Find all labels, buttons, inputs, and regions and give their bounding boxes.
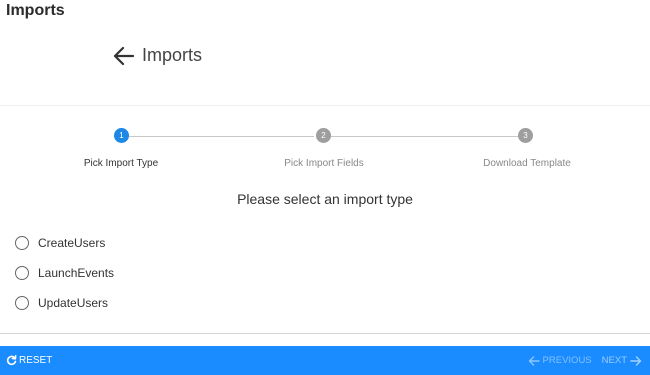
back-link-label[interactable]: Imports — [142, 45, 202, 66]
previous-button[interactable]: PREVIOUS — [528, 355, 592, 366]
refresh-icon[interactable] — [6, 355, 17, 366]
back-link[interactable]: Imports — [113, 45, 202, 66]
radio-option-create-users[interactable]: CreateUsers — [15, 228, 114, 258]
stepper: 1 2 3 Pick Import Type Pick Import Field… — [0, 128, 650, 178]
import-type-radio-group: CreateUsers LaunchEvents UpdateUsers — [15, 228, 114, 318]
step-1-indicator: 1 — [114, 128, 129, 143]
step-1-label: Pick Import Type — [83, 158, 159, 169]
radio-option-label[interactable]: UpdateUsers — [38, 296, 108, 310]
radio-button[interactable] — [15, 236, 29, 250]
step-connector — [129, 136, 314, 137]
next-button[interactable]: NEXT — [602, 355, 642, 366]
step-2-indicator: 2 — [316, 128, 331, 143]
divider — [0, 333, 650, 334]
footer-toolbar: RESET PREVIOUS NEXT — [0, 346, 650, 375]
arrow-left-icon[interactable] — [113, 46, 135, 66]
next-button-label[interactable]: NEXT — [602, 355, 627, 366]
reset-button[interactable]: RESET — [6, 355, 52, 366]
wizard-navigation: PREVIOUS NEXT — [528, 355, 642, 366]
arrow-left-icon[interactable] — [528, 355, 540, 366]
step-3-label: Download Template — [483, 158, 571, 169]
step-connector — [330, 136, 518, 137]
radio-button[interactable] — [15, 296, 29, 310]
imports-page: Imports Imports 1 2 3 Pick Import Type P… — [0, 0, 650, 375]
radio-option-launch-events[interactable]: LaunchEvents — [15, 258, 114, 288]
divider — [0, 105, 650, 106]
step-3-indicator: 3 — [518, 128, 533, 143]
step-2-label: Pick Import Fields — [284, 158, 364, 169]
form-prompt: Please select an import type — [237, 191, 413, 207]
page-title: Imports — [6, 2, 65, 19]
arrow-right-icon[interactable] — [630, 355, 642, 366]
reset-button-label[interactable]: RESET — [19, 355, 52, 366]
radio-option-update-users[interactable]: UpdateUsers — [15, 288, 114, 318]
radio-option-label[interactable]: LaunchEvents — [38, 266, 114, 280]
previous-button-label[interactable]: PREVIOUS — [543, 355, 592, 366]
radio-option-label[interactable]: CreateUsers — [38, 236, 105, 250]
radio-button[interactable] — [15, 266, 29, 280]
